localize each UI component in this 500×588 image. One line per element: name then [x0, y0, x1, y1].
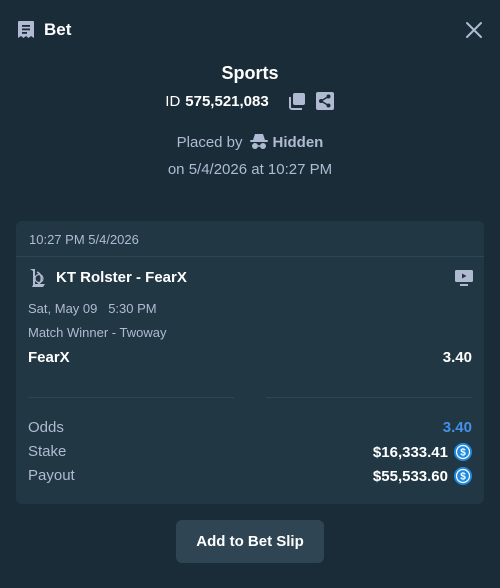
sport-title: Sports — [221, 63, 279, 83]
stream-icon[interactable] — [455, 270, 473, 286]
bet-id-row: ID 575,521,083 — [0, 90, 500, 112]
market-name: Match Winner - Twoway — [28, 325, 167, 340]
bet-card: 10:27 PM 5/4/2026 KT Rolster - FearX Sat… — [16, 221, 484, 504]
svg-text:$: $ — [460, 472, 466, 483]
placed-by-label: Placed by — [176, 133, 243, 151]
placed-by-row: Placed by Hidden — [0, 131, 500, 153]
usdc-coin-icon: $ — [454, 443, 472, 461]
placed-by-user: Hidden — [272, 133, 324, 151]
share-button[interactable] — [315, 91, 335, 111]
payout-row-value: $55,533.60 $ — [373, 467, 472, 485]
bet-id-value: 575,521,083 — [185, 92, 269, 110]
modal-header: Bet — [0, 0, 500, 60]
modal-title: Bet — [44, 20, 72, 39]
bet-slip-icon — [18, 21, 34, 38]
payout-label: Payout — [28, 467, 75, 484]
placed-date: on 5/4/2026 at 10:27 PM — [167, 161, 333, 178]
bet-card-header: 10:27 PM 5/4/2026 — [16, 221, 484, 257]
selection-odds: 3.40 — [442, 349, 472, 366]
league-of-legends-icon — [30, 269, 45, 287]
share-icon — [315, 92, 334, 110]
divider — [28, 397, 234, 398]
payout-value: $55,533.60 — [372, 467, 448, 485]
stake-row-value: $16,333.41 $ — [373, 443, 472, 461]
copy-button[interactable] — [287, 91, 307, 111]
usdc-coin-icon: $ — [454, 467, 472, 485]
event-name-link[interactable]: KT Rolster - FearX — [56, 269, 187, 286]
copy-icon — [288, 93, 305, 110]
bet-card-timestamp: 10:27 PM 5/4/2026 — [29, 232, 139, 247]
odds-label: Odds — [28, 419, 64, 436]
incognito-icon — [249, 134, 268, 149]
add-to-bet-slip-button[interactable]: Add to Bet Slip — [176, 520, 324, 563]
close-icon[interactable] — [464, 20, 484, 40]
selection-name: FearX — [28, 349, 70, 366]
bet-id-label: ID — [165, 92, 181, 110]
stake-label: Stake — [28, 443, 67, 460]
stake-value: $16,333.41 — [372, 443, 448, 461]
odds-value: 3.40 — [442, 419, 472, 436]
svg-text:$: $ — [460, 448, 466, 459]
divider — [266, 397, 472, 398]
event-date: Sat, May 09 5:30 PM — [28, 301, 157, 316]
